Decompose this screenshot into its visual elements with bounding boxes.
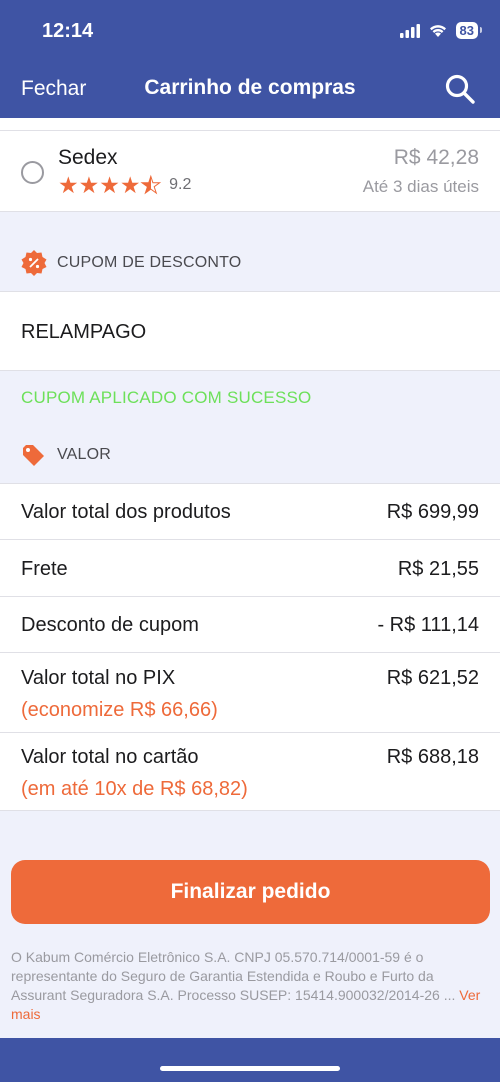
- installments-text: (em até 10x de R$ 68,82): [21, 778, 248, 800]
- shipping-time: Até 3 dias úteis: [362, 177, 479, 196]
- nav-bar: Carrinho de compras Fechar: [0, 60, 500, 118]
- wifi-icon: [429, 25, 446, 37]
- star-icon: ★: [78, 172, 100, 198]
- signal-icon: [399, 23, 420, 38]
- discount-badge-icon: [20, 249, 48, 282]
- rating-stars: ★ ★ ★ ★ ★★ 9.2: [58, 172, 192, 199]
- shipping-radio[interactable]: [21, 161, 44, 184]
- search-icon: [445, 74, 475, 104]
- rating-value: 9.2: [169, 176, 192, 193]
- value-row: Valor total no PIX R$ 621,52 (economize …: [0, 653, 500, 733]
- value-summary: Valor total dos produtos R$ 699,99 Frete…: [0, 483, 500, 811]
- value-row: Frete R$ 21,55: [0, 540, 500, 597]
- star-icon: ★: [58, 172, 79, 198]
- value-amount: - R$ 111,14: [377, 614, 479, 636]
- price-tag-icon: [20, 442, 46, 473]
- star-icon: ★: [119, 172, 141, 198]
- legal-disclaimer: O Kabum Comércio Eletrônico S.A. CNPJ 05…: [11, 948, 491, 1024]
- half-star-icon: ★★: [140, 172, 162, 199]
- value-label: Frete: [21, 558, 68, 580]
- coupon-success-message: CUPOM APLICADO COM SUCESSO: [21, 388, 312, 407]
- coupon-section-title: CUPOM DE DESCONTO: [57, 254, 242, 271]
- value-amount: R$ 699,99: [386, 501, 479, 523]
- home-indicator[interactable]: [160, 1066, 340, 1071]
- value-amount: R$ 621,52: [386, 667, 479, 689]
- value-label: Valor total no cartão: [21, 746, 199, 768]
- pix-savings-text: (economize R$ 66,66): [21, 699, 218, 721]
- value-row: Desconto de cupom - R$ 111,14: [0, 597, 500, 653]
- legal-text: O Kabum Comércio Eletrônico S.A. CNPJ 05…: [11, 949, 456, 1003]
- divider: [0, 130, 500, 131]
- coupon-code-field[interactable]: RELAMPAGO: [21, 321, 146, 344]
- value-label: Valor total no PIX: [21, 667, 176, 689]
- value-amount: R$ 688,18: [386, 746, 479, 768]
- shipping-name: Sedex: [58, 146, 118, 169]
- value-row: Valor total dos produtos R$ 699,99: [0, 484, 500, 540]
- status-bar: 12:14 83: [0, 0, 500, 60]
- value-section-title: VALOR: [57, 446, 112, 463]
- value-label: Desconto de cupom: [21, 614, 199, 636]
- value-row: Valor total no cartão R$ 688,18 (em até …: [0, 733, 500, 812]
- battery-indicator: 83: [455, 22, 483, 39]
- status-time: 12:14: [42, 20, 94, 42]
- shipping-price: R$ 42,28: [393, 146, 479, 169]
- value-label: Valor total dos produtos: [21, 501, 231, 523]
- bottom-bar: [0, 1038, 500, 1082]
- search-button[interactable]: [444, 73, 476, 110]
- close-button[interactable]: Fechar: [21, 77, 86, 101]
- value-amount: R$ 21,55: [397, 558, 479, 580]
- checkout-button[interactable]: Finalizar pedido: [11, 860, 490, 924]
- status-icons: 83: [399, 22, 483, 39]
- star-icon: ★: [99, 172, 120, 198]
